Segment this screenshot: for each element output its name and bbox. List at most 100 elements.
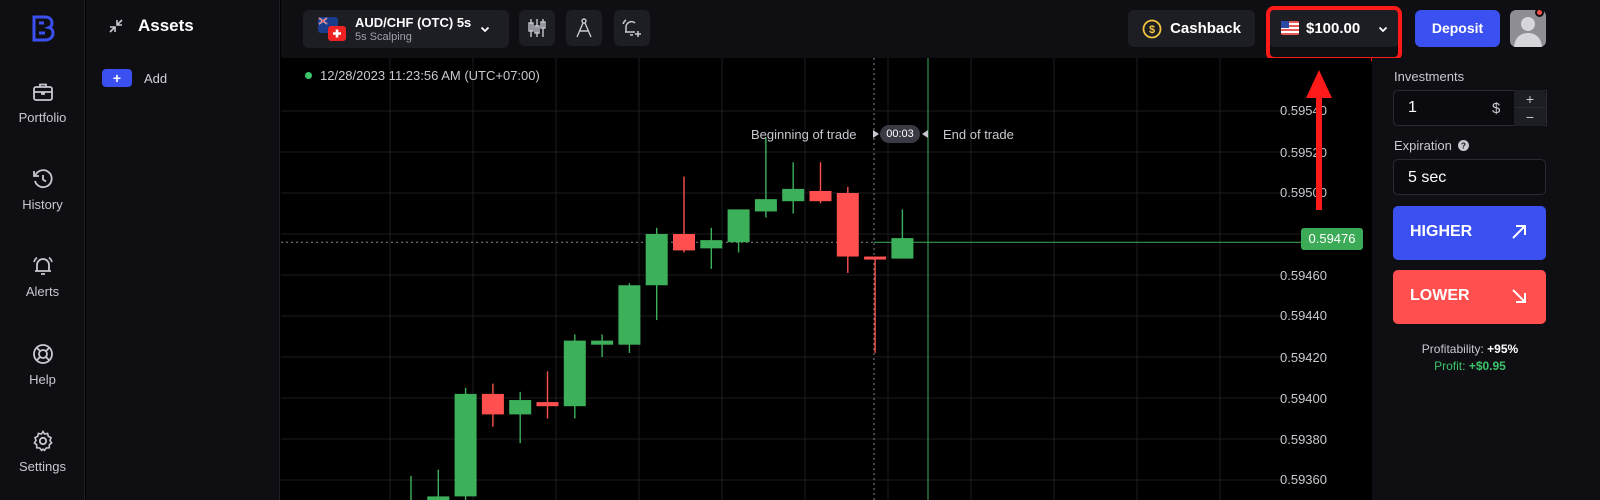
asset-selector[interactable]: AUD/CHF (OTC) 5s 5s Scalping	[303, 10, 509, 48]
triangle-right-icon	[873, 130, 879, 138]
deposit-button[interactable]: Deposit	[1415, 10, 1500, 47]
expiration-label-text: Expiration	[1394, 138, 1452, 153]
candlestick-chart[interactable]	[281, 58, 1371, 500]
candle-body	[645, 234, 668, 286]
arrow-down-right-icon	[1512, 289, 1526, 303]
add-asset-row[interactable]: + Add	[102, 69, 167, 87]
price-chart[interactable]: 12/28/2023 11:23:56 AM (UTC+07:00) Begin…	[281, 58, 1371, 500]
profitability-value: +95%	[1487, 342, 1519, 356]
assets-header: Assets	[108, 16, 194, 36]
candle-body	[864, 256, 887, 260]
candle-body	[563, 340, 586, 407]
svg-text:?: ?	[1461, 142, 1466, 151]
candle-body	[673, 234, 695, 251]
drawing-tools-button[interactable]	[566, 10, 602, 46]
chevron-down-icon	[480, 26, 490, 33]
assets-panel: Assets + Add	[86, 0, 280, 500]
price-tick: 0.59420	[1280, 350, 1327, 365]
candles-indicator-icon	[528, 19, 546, 37]
live-dot-icon	[305, 72, 312, 79]
briefcase-icon	[32, 83, 53, 101]
lifebuoy-icon	[32, 344, 53, 364]
collapse-icon[interactable]	[108, 18, 124, 34]
cashback-button[interactable]: $ Cashback	[1128, 10, 1255, 47]
app-logo-icon	[32, 15, 55, 42]
higher-button[interactable]: HIGHER	[1393, 206, 1546, 260]
sidebar-item-label: Help	[29, 372, 56, 387]
compass-drawing-icon	[576, 18, 592, 38]
expiration-input[interactable]: 5 sec	[1393, 159, 1546, 195]
lower-label: LOWER	[1410, 287, 1470, 304]
profit-value: +$0.95	[1468, 359, 1506, 373]
assets-title: Assets	[138, 16, 194, 35]
profit-line: Profit: +$0.95	[1372, 359, 1568, 373]
indicators-button[interactable]	[519, 10, 555, 46]
investment-stepper[interactable]: + −	[1514, 90, 1546, 126]
aud-chf-flags-icon	[318, 17, 346, 41]
higher-label: HIGHER	[1410, 223, 1473, 240]
candle-body	[454, 393, 477, 497]
candle-body	[754, 199, 777, 212]
price-tick: 0.59440	[1280, 308, 1327, 323]
sidebar-item-history[interactable]: History	[0, 167, 85, 212]
candle-body	[782, 188, 805, 202]
candle-body	[891, 238, 914, 259]
increment-button[interactable]: +	[1514, 90, 1546, 108]
balance-highlight-box	[1266, 6, 1402, 61]
expiration-label: Expiration ?	[1394, 138, 1469, 153]
candle-body	[727, 209, 750, 243]
lower-button[interactable]: LOWER	[1393, 270, 1546, 324]
candle-body	[809, 190, 832, 202]
annotation-arrow-icon	[1306, 70, 1332, 210]
cashback-coin-icon: $	[1142, 19, 1162, 38]
gear-icon	[32, 430, 53, 452]
add-asset-label[interactable]: Add	[144, 71, 167, 86]
price-tick: 0.59380	[1280, 432, 1327, 447]
timestamp-text: 12/28/2023 11:23:56 AM (UTC+07:00)	[320, 68, 540, 83]
profitability-label: Profitability:	[1421, 342, 1484, 356]
triangle-left-icon	[922, 130, 928, 138]
beginning-of-trade-label: Beginning of trade	[751, 127, 857, 142]
arrow-up-right-icon	[1512, 225, 1526, 239]
profitability-line: Profitability: +95%	[1372, 342, 1568, 356]
candle-body	[700, 240, 723, 249]
sidebar-item-alerts[interactable]: Alerts	[0, 254, 85, 299]
chart-timestamp: 12/28/2023 11:23:56 AM (UTC+07:00)	[305, 68, 540, 83]
add-alert-button[interactable]	[614, 10, 650, 46]
candle-body	[591, 340, 614, 345]
investments-label: Investments	[1394, 69, 1465, 84]
add-asset-button[interactable]: +	[102, 69, 132, 87]
end-of-trade-label: End of trade	[943, 127, 1014, 142]
candle-body	[836, 193, 859, 257]
candle-body	[536, 402, 559, 407]
price-tick: 0.59400	[1280, 391, 1327, 406]
bell-icon	[32, 256, 53, 275]
help-circle-icon[interactable]: ?	[1457, 140, 1469, 151]
candle-body	[618, 285, 641, 345]
expiration-value: 5 sec	[1408, 169, 1447, 186]
history-icon	[32, 169, 53, 189]
trade-panel: Investments 1 $ + − Expiration ? 5 sec H…	[1372, 58, 1600, 500]
sidebar-item-label: Settings	[19, 459, 66, 474]
price-tick: 0.59360	[1280, 472, 1327, 487]
bell-plus-icon	[622, 19, 641, 37]
sidebar-item-settings[interactable]: Settings	[0, 429, 85, 474]
decrement-button[interactable]: −	[1514, 108, 1546, 126]
sidebar-item-portfolio[interactable]: Portfolio	[0, 80, 85, 125]
notification-dot	[1535, 8, 1544, 17]
profit-label: Profit:	[1434, 359, 1466, 373]
candle-body	[427, 496, 450, 500]
sidebar-item-label: Alerts	[25, 284, 60, 299]
price-tick: 0.59460	[1280, 268, 1327, 283]
sidebar-item-help[interactable]: Help	[0, 342, 85, 387]
sidebar-item-label: History	[22, 197, 63, 212]
trade-timer: 00:03	[880, 125, 920, 143]
asset-subtitle: 5s Scalping	[355, 31, 412, 43]
investment-currency: $	[1492, 100, 1501, 117]
current-price-badge: 0.59476	[1301, 228, 1363, 250]
candle-body	[481, 393, 504, 415]
cashback-label: Cashback	[1170, 20, 1241, 37]
sidebar-item-label: Portfolio	[18, 110, 67, 125]
asset-name: AUD/CHF (OTC) 5s	[355, 15, 472, 30]
top-bar: AUD/CHF (OTC) 5s 5s Scalping $ Cashback	[281, 0, 1600, 58]
